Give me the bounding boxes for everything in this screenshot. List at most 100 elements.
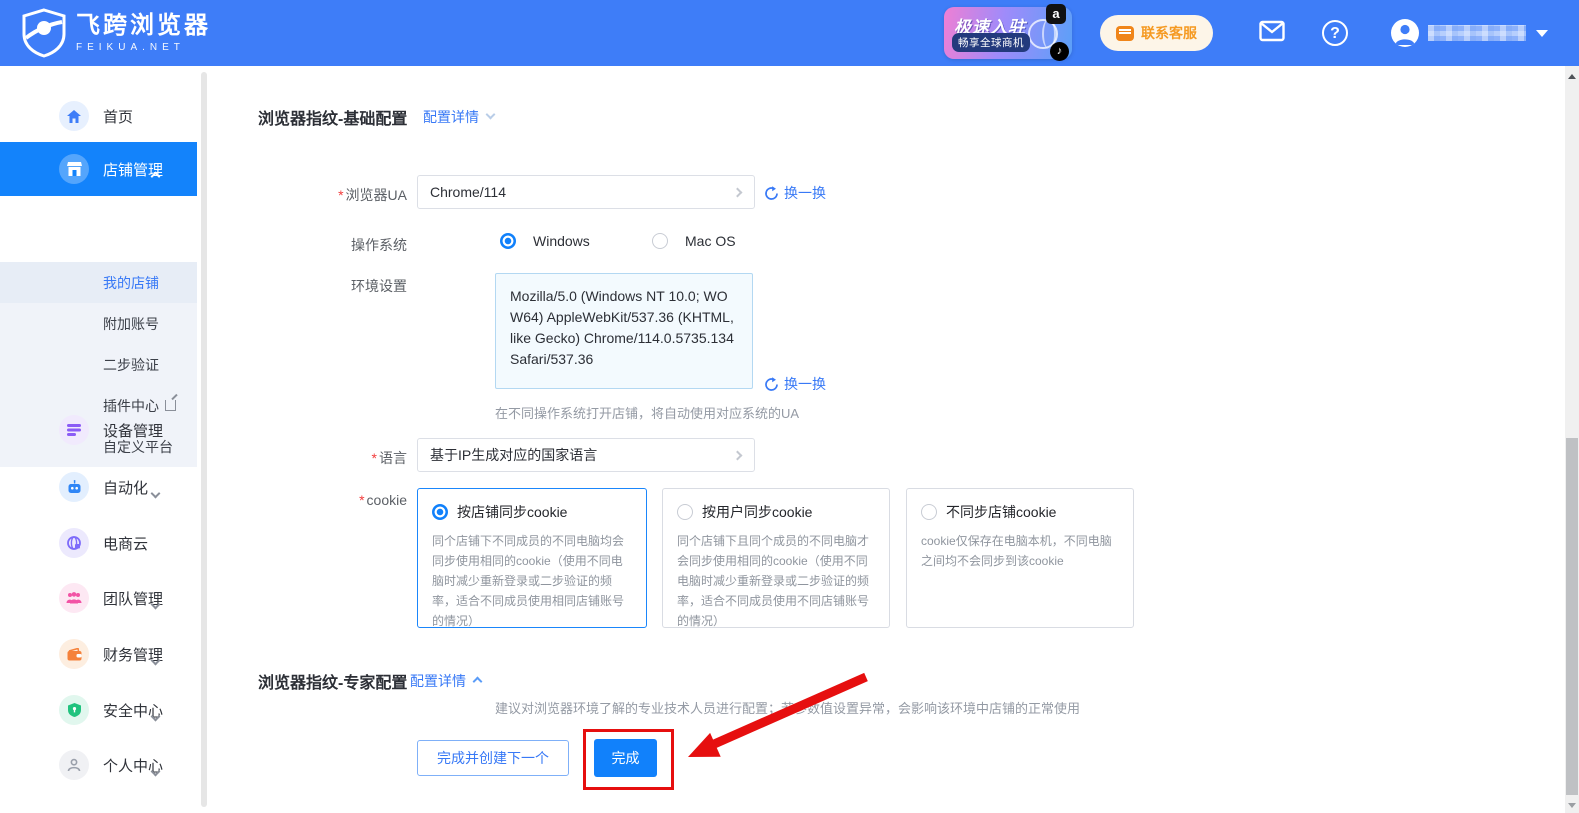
help-icon[interactable]: ?	[1322, 20, 1348, 46]
cookie-option-desc: 同个店铺下且同个成员的不同电脑才会同步使用相同的cookie（使用不同电脑时减少…	[677, 531, 875, 631]
ua-swap-link[interactable]: 换一换	[764, 183, 826, 203]
cookie-option-title: 按用户同步cookie	[702, 502, 812, 522]
sidebar-scrollbar-thumb[interactable]	[201, 72, 207, 807]
cookie-option-title: 不同步店铺cookie	[946, 502, 1056, 522]
sidebar-scrollbar[interactable]	[197, 66, 215, 813]
lang-select[interactable]: 基于IP生成对应的国家语言	[417, 438, 755, 472]
os-radio-windows[interactable]: Windows	[500, 233, 590, 249]
env-textarea[interactable]: Mozilla/5.0 (Windows NT 10.0; WOW64) App…	[495, 273, 753, 389]
sidebar-item-personal-center[interactable]: 个人中心	[0, 737, 197, 793]
radio-unselected-icon[interactable]	[652, 233, 668, 249]
robot-icon	[59, 472, 89, 502]
radio-unselected-icon[interactable]	[921, 504, 937, 520]
contact-support-button[interactable]: 联系客服	[1100, 15, 1213, 51]
cookie-option-card-user-sync[interactable]: 按用户同步cookie 同个店铺下且同个成员的不同电脑才会同步使用相同的cook…	[662, 488, 890, 628]
logo-title: 飞跨浏览器	[76, 13, 211, 39]
expert-config-detail-link[interactable]: 配置详情	[410, 671, 466, 691]
finish-and-create-next-button[interactable]: 完成并创建下一个	[417, 740, 569, 776]
chevron-up-icon[interactable]	[473, 677, 483, 687]
cookie-option-title: 按店铺同步cookie	[457, 502, 567, 522]
scrollbar-thumb[interactable]	[1566, 438, 1578, 795]
wallet-icon	[59, 639, 89, 669]
expert-config-title: 浏览器指纹-专家配置	[258, 669, 407, 693]
mail-icon[interactable]	[1259, 20, 1285, 42]
store-icon	[59, 154, 89, 184]
collapse-caret-icon	[152, 167, 159, 185]
logo-subtitle: FEIKUA.NET	[76, 42, 211, 53]
sidebar-item-ecommerce-cloud[interactable]: 电商云	[0, 515, 197, 571]
sidebar-item-store-management[interactable]: 店铺管理	[0, 142, 197, 196]
device-icon	[59, 415, 89, 445]
username-blurred[interactable]	[1428, 25, 1526, 41]
cookie-option-card-store-sync[interactable]: 按店铺同步cookie 同个店铺下不同成员的不同电脑均会同步使用相同的cooki…	[417, 488, 647, 628]
chevron-right-icon	[733, 451, 743, 461]
avatar[interactable]	[1391, 19, 1419, 47]
app-logo[interactable]: 飞跨浏览器 FEIKUA.NET	[20, 8, 211, 58]
cookie-field-label: *cookie	[250, 492, 407, 508]
expand-caret-icon	[152, 595, 159, 613]
sidebar-subitem-my-stores[interactable]: 我的店铺	[0, 262, 197, 303]
expand-caret-icon	[152, 651, 159, 669]
required-asterisk: *	[359, 492, 364, 508]
top-header: 飞跨浏览器 FEIKUA.NET 极速入驻 畅享全球商机 a ♪ 联系客服 ?	[0, 0, 1579, 66]
cloud-globe-icon	[59, 528, 89, 558]
swap-label: 换一换	[784, 374, 826, 394]
sidebar-item-home[interactable]: 首页	[0, 88, 197, 144]
swap-label: 换一换	[784, 183, 826, 203]
annotation-highlight-box	[583, 729, 674, 790]
required-asterisk: *	[372, 450, 377, 466]
env-swap-link[interactable]: 换一换	[764, 374, 826, 394]
scrollbar-up-arrow-icon[interactable]	[1568, 74, 1576, 79]
ua-select[interactable]: Chrome/114	[417, 175, 755, 209]
team-icon	[59, 583, 89, 613]
contact-support-label: 联系客服	[1141, 23, 1197, 43]
radio-selected-icon[interactable]	[500, 233, 516, 249]
scrollbar-down-arrow-icon[interactable]	[1568, 803, 1576, 808]
radio-label: Mac OS	[685, 233, 736, 249]
env-note: 在不同操作系统打开店铺，将自动使用对应系统的UA	[495, 403, 799, 422]
security-shield-icon	[59, 695, 89, 725]
os-field-label: 操作系统	[250, 235, 407, 255]
basic-config-detail-link[interactable]: 配置详情	[423, 107, 479, 127]
os-radio-macos[interactable]: Mac OS	[652, 233, 736, 249]
sidebar-item-finance-management[interactable]: 财务管理	[0, 626, 197, 682]
subitem-label: 附加账号	[103, 314, 159, 334]
sidebar-item-label: 首页	[103, 106, 133, 127]
expert-note: 建议对浏览器环境了解的专业技术人员进行配置；若参数值设置异常，会影响该环境中店铺…	[495, 698, 1080, 717]
page-scrollbar[interactable]	[1565, 66, 1579, 813]
tiktok-icon: ♪	[1050, 42, 1069, 61]
radio-label: Windows	[533, 233, 590, 249]
required-asterisk: *	[338, 187, 343, 203]
ua-field-label: *浏览器UA	[250, 185, 407, 205]
radio-unselected-icon[interactable]	[677, 504, 693, 520]
expand-caret-icon	[152, 762, 159, 780]
env-field-label: 环境设置	[250, 276, 407, 296]
chevron-right-icon	[733, 188, 743, 198]
user-menu-caret-icon[interactable]	[1536, 30, 1548, 37]
shield-logo-icon	[20, 8, 68, 58]
feikua-browser-app: 飞跨浏览器 FEIKUA.NET 极速入驻 畅享全球商机 a ♪ 联系客服 ?	[0, 0, 1579, 813]
subitem-label: 我的店铺	[103, 273, 159, 293]
sidebar-item-label: 自动化	[103, 477, 148, 498]
radio-selected-icon[interactable]	[432, 504, 448, 520]
cookie-option-card-no-sync[interactable]: 不同步店铺cookie cookie仅保存在电脑本机，不同电脑之间均不会同步到该…	[906, 488, 1134, 628]
sidebar-item-automation[interactable]: 自动化	[0, 459, 197, 515]
amazon-icon: a	[1046, 4, 1066, 24]
basic-config-title: 浏览器指纹-基础配置	[258, 105, 407, 129]
sidebar-subitem-extra-accounts[interactable]: 附加账号	[0, 303, 197, 344]
cookie-option-desc: cookie仅保存在电脑本机，不同电脑之间均不会同步到该cookie	[921, 531, 1119, 571]
chevron-down-icon[interactable]	[486, 110, 496, 120]
sidebar-subitem-two-step-verification[interactable]: 二步验证	[0, 344, 197, 385]
expand-caret-icon	[152, 707, 159, 725]
main-content: 浏览器指纹-基础配置 配置详情 *浏览器UA Chrome/114 换一换 操作…	[215, 66, 1565, 813]
lang-field-label: *语言	[250, 448, 407, 468]
sidebar-item-label: 设备管理	[103, 420, 163, 441]
promo-banner[interactable]: 极速入驻 畅享全球商机 a ♪	[944, 7, 1072, 59]
refresh-icon	[764, 377, 779, 392]
sidebar-item-team-management[interactable]: 团队管理	[0, 570, 197, 626]
sidebar-item-security-center[interactable]: 安全中心	[0, 682, 197, 738]
sidebar-nav: 首页 店铺管理 我的店铺 附加账号 二步验证	[0, 66, 197, 813]
avatar-person-icon	[1391, 19, 1419, 47]
sidebar-item-device-management[interactable]: 设备管理	[0, 402, 197, 458]
expand-caret-icon	[152, 484, 159, 502]
